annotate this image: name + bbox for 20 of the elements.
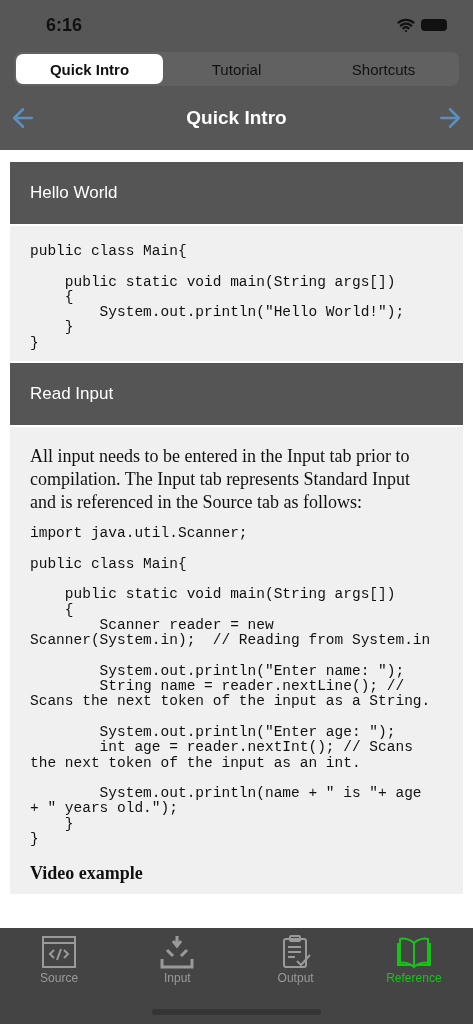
open-book-icon [395,935,432,969]
segment-tab[interactable]: Tutorial [163,54,310,84]
page-title: Quick Intro [186,107,287,129]
status-time: 6:16 [46,14,83,36]
subheading: Video example [30,863,144,885]
section-header: Hello World [10,162,463,224]
code-text: public class Main{ public static void main(String args[]) { System.out.println("Hello World!"); } } [30,244,406,352]
download-tray-icon [159,935,196,969]
tab-bar-item[interactable]: Source [0,934,119,986]
paragraph: All input needs to be entered in the Input tab prior to compilation. The Input tab represents Standard Input and is referenced in the Source tab as follows: [30,445,412,515]
tab-bar-item[interactable]: Output [236,934,355,986]
battery-icon [421,19,447,31]
wifi-icon [397,16,415,34]
tab-bar-item[interactable]: Input [118,934,237,986]
code-window-icon [41,935,78,969]
tab-bar-item[interactable]: Reference [354,934,473,986]
segment-tab[interactable]: Quick Intro [16,54,163,84]
section-header: Read Input [10,363,463,426]
segment-tab[interactable]: Shortcuts [310,54,457,84]
code-text: import java.util.Scanner; public class Main{ public static void main(String args[]) { Scanner reader = new Scanner(System.in); // Reading from System.in System.out.println("Enter name: "); String name = reader.nextLine(); // Scans the next token of the input as a String. System.out.println("Enter age: "); int age = reader.nextInt(); // Scans the next token of the input as an int. System.out.println(name + " is "+ age + " years old."); } } [30,526,432,848]
